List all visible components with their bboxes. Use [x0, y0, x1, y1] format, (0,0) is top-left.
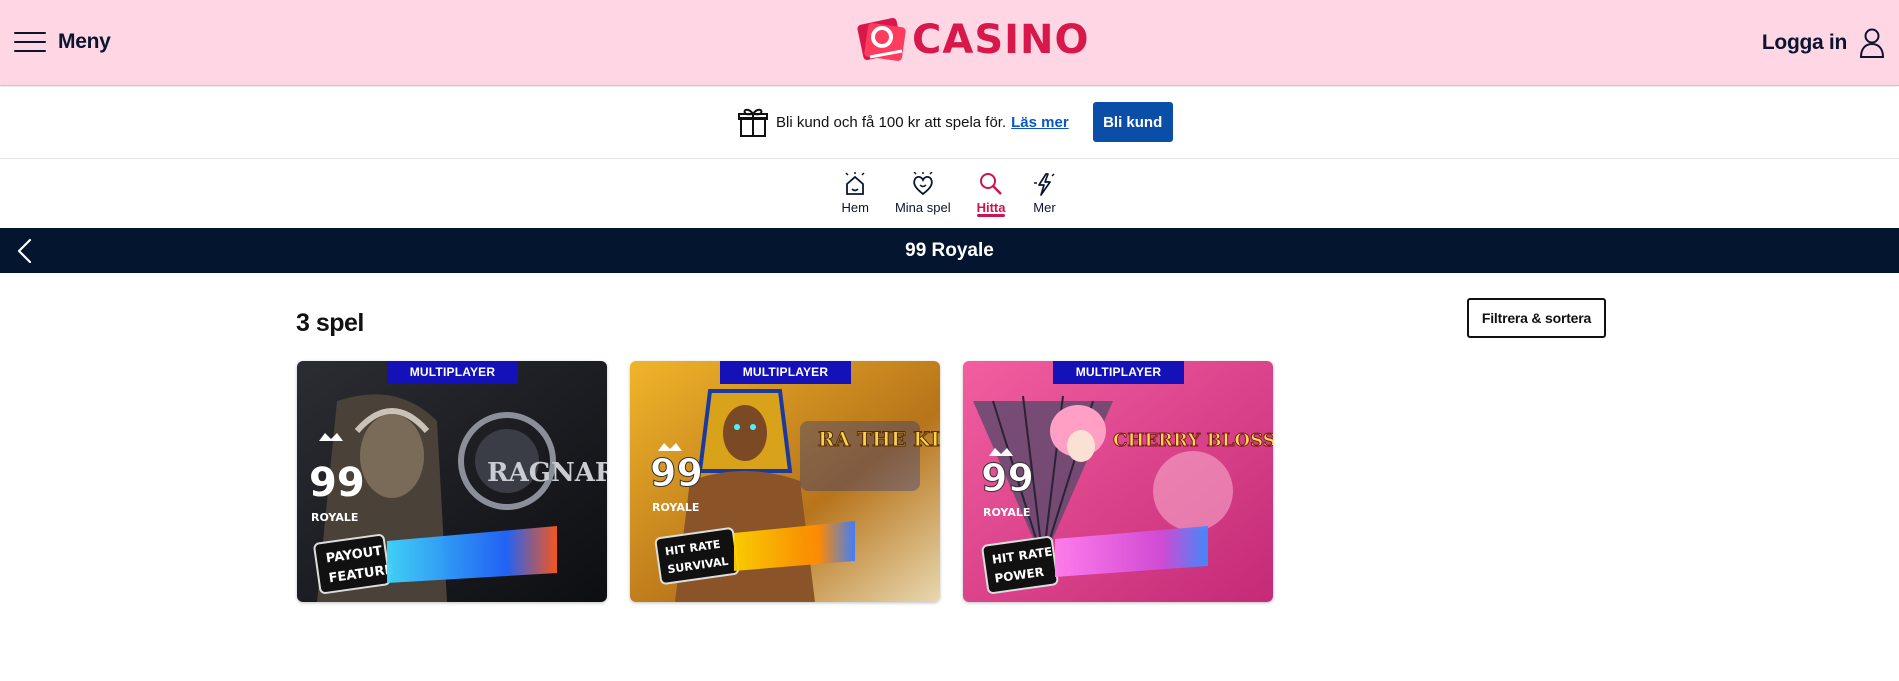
- menu-button[interactable]: Meny: [14, 26, 111, 58]
- game-title-art: RA THE KING: [818, 427, 940, 451]
- brand-number: 99: [309, 460, 365, 506]
- main-nav: Hem Mina spel Hitta Mer: [0, 160, 1899, 228]
- brand-sub: ROYALE: [983, 506, 1030, 519]
- promo-text: Bli kund och få 100 kr att spela för.: [776, 113, 1007, 131]
- lightning-icon: [1034, 173, 1056, 196]
- casino-logo[interactable]: CASINO: [856, 16, 1089, 64]
- multiplayer-badge: MULTIPLAYER: [720, 361, 851, 384]
- read-more-link[interactable]: Läs mer: [1011, 114, 1069, 131]
- login-label: Logga in: [1761, 31, 1847, 54]
- tab-label: Mer: [1033, 200, 1056, 215]
- game-thumbnail: CHERRY BLOSSOM 99 ROYALE HIT RATE POWER: [963, 361, 1273, 602]
- tab-label: Hitta: [976, 200, 1006, 215]
- tab-mina-spel[interactable]: Mina spel: [895, 160, 951, 228]
- game-thumbnail: RA THE KING 99 ROYALE HIT RATE SURVIVAL: [630, 361, 940, 602]
- hamburger-icon: [14, 32, 46, 52]
- filter-sort-button[interactable]: Filtrera & sortera: [1467, 298, 1606, 338]
- tab-label: Mina spel: [894, 200, 951, 215]
- brand-sub: ROYALE: [311, 511, 358, 524]
- heart-icon: [913, 172, 933, 196]
- search-icon: [980, 173, 1002, 195]
- multiplayer-badge: MULTIPLAYER: [1053, 361, 1184, 384]
- game-count: 3 spel: [296, 309, 364, 337]
- brand-sub: ROYALE: [652, 501, 699, 514]
- category-titlebar: 99 Royale: [0, 228, 1899, 273]
- tab-hem[interactable]: Hem: [842, 160, 869, 228]
- top-header: Meny CASINO Logga in: [0, 0, 1899, 86]
- game-card-cherry-blossom[interactable]: CHERRY BLOSSOM 99 ROYALE HIT RATE POWER …: [963, 361, 1273, 602]
- multiplayer-badge: MULTIPLAYER: [387, 361, 518, 384]
- gift-icon: [738, 108, 768, 137]
- game-card-ragnarok[interactable]: RAGNAROK 99 ROYALE PAYOUT FEATURE MULTIP…: [297, 361, 607, 602]
- logo-text: CASINO: [912, 17, 1090, 63]
- brand-number: 99: [650, 451, 703, 495]
- logo-mark-icon: [857, 17, 906, 61]
- tab-mer[interactable]: Mer: [1031, 160, 1057, 228]
- game-thumbnail: RAGNAROK 99 ROYALE PAYOUT FEATURE: [297, 361, 607, 602]
- game-title-art: RAGNAROK: [487, 458, 607, 488]
- brand-number: 99: [981, 456, 1034, 500]
- tab-label: Hem: [841, 200, 869, 215]
- game-card-ra-the-king[interactable]: RA THE KING 99 ROYALE HIT RATE SURVIVAL …: [630, 361, 940, 602]
- promo-banner: Bli kund och få 100 kr att spela för. Lä…: [0, 87, 1899, 159]
- become-customer-button[interactable]: Bli kund: [1092, 102, 1173, 142]
- game-title-art: CHERRY BLOSSOM: [1113, 430, 1273, 451]
- home-icon: [845, 172, 865, 195]
- tab-hitta[interactable]: Hitta: [976, 160, 1006, 228]
- login-button[interactable]: Logga in: [1762, 26, 1885, 60]
- menu-label: Meny: [58, 30, 111, 53]
- user-icon: [1859, 28, 1885, 58]
- page-title: 99 Royale: [905, 240, 994, 261]
